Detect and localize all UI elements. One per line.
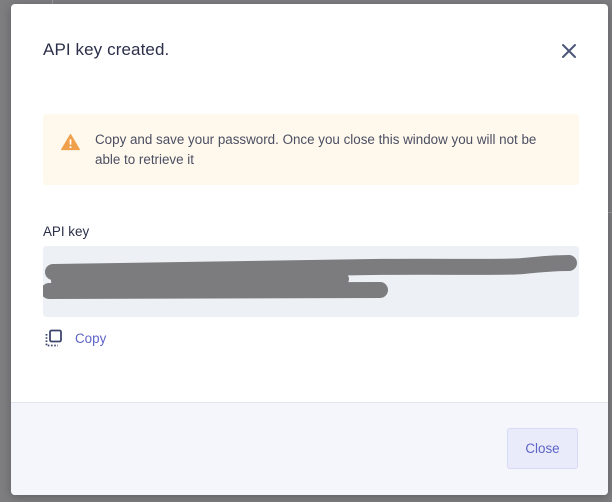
- warning-alert: Copy and save your password. Once you cl…: [43, 114, 579, 185]
- copy-icon: [45, 329, 62, 347]
- backdrop-divider: [608, 212, 612, 213]
- api-key-field[interactable]: [43, 246, 579, 317]
- copy-label: Copy: [75, 330, 107, 346]
- copy-button[interactable]: Copy: [44, 327, 106, 349]
- warning-message: Copy and save your password. Once you cl…: [95, 132, 537, 167]
- modal-title: API key created.: [43, 40, 170, 59]
- api-key-modal: API key created. Copy and save your pass…: [11, 4, 608, 495]
- close-button[interactable]: Close: [507, 428, 578, 469]
- modal-footer: Close: [11, 402, 608, 495]
- close-icon[interactable]: [559, 41, 579, 61]
- api-key-label: API key: [43, 224, 90, 239]
- warning-triangle-icon: [61, 133, 80, 151]
- redacted-api-key: [43, 255, 577, 299]
